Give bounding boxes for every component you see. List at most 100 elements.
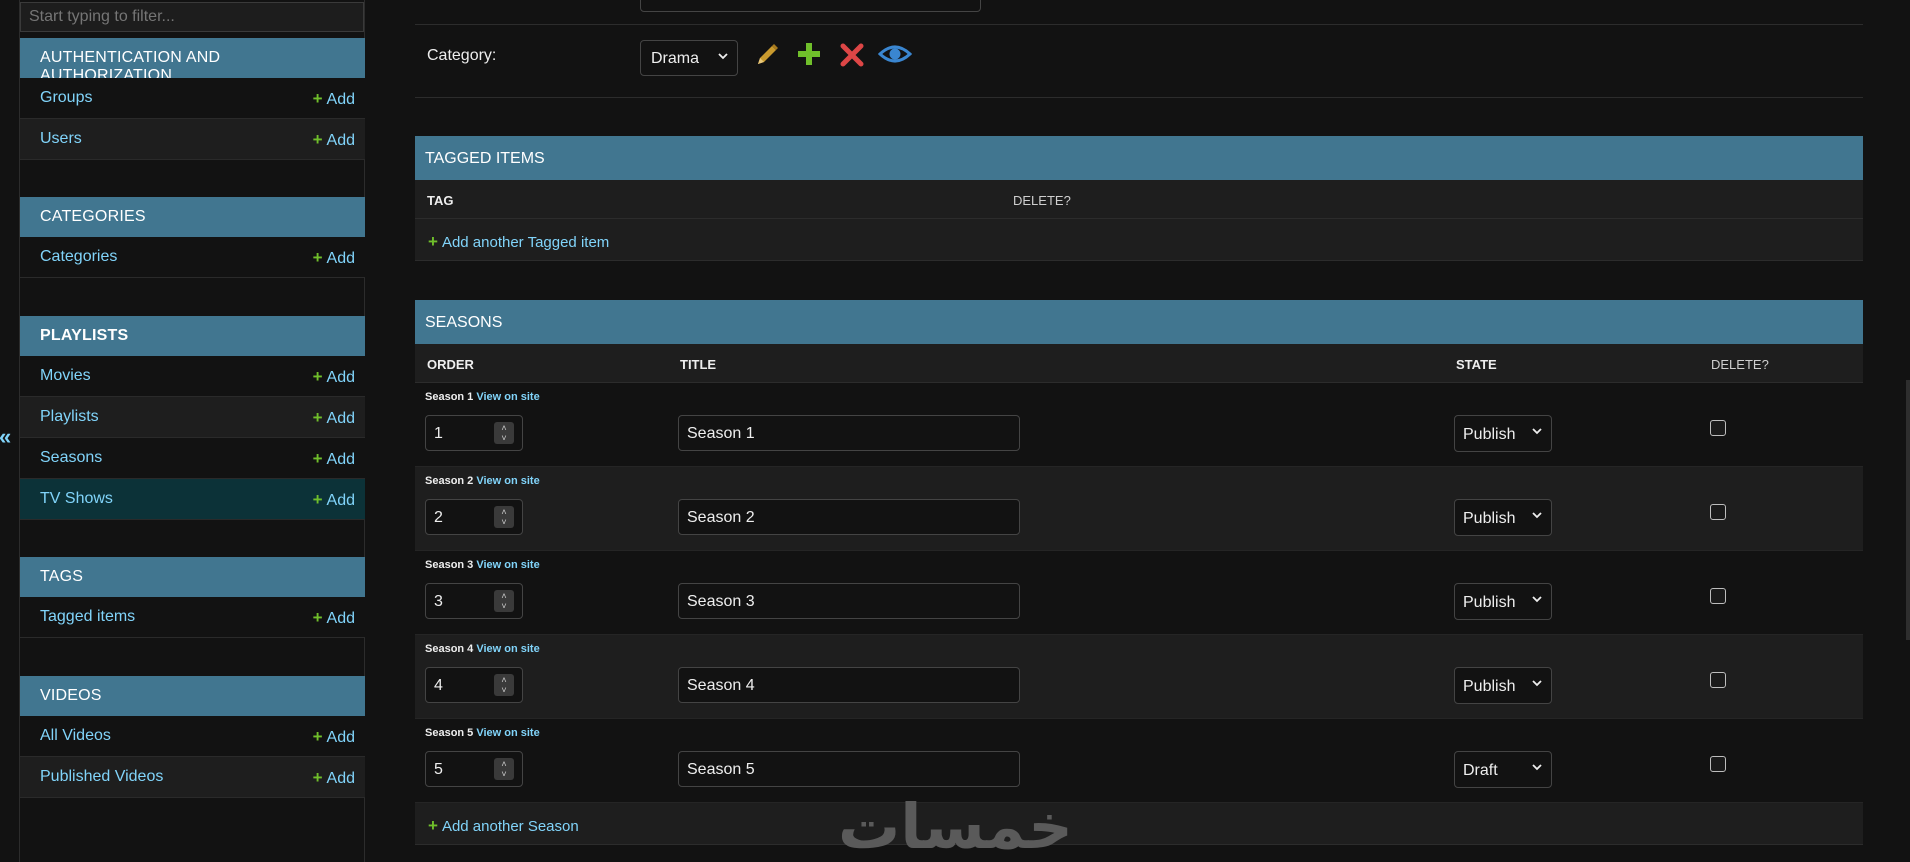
module-caption[interactable]: Videos	[20, 676, 365, 716]
view-on-site-link[interactable]: View on site	[476, 391, 539, 403]
row-original-label: Season 5 View on site	[425, 727, 540, 739]
delete-x-icon[interactable]	[837, 40, 867, 70]
sidebar-item-label[interactable]: Users	[40, 130, 82, 148]
sidebar-item-categories[interactable]: Categories + Add	[20, 237, 365, 278]
add-season-link[interactable]: + Add another Season	[428, 816, 579, 836]
sidebar-item-playlists[interactable]: Playlists + Add	[20, 397, 365, 438]
category-select[interactable]: Drama	[640, 40, 738, 76]
spinner-icon[interactable]: ˄ ˅	[494, 590, 514, 612]
row-original-label: Season 4 View on site	[425, 643, 540, 655]
add-all-videos-link[interactable]: + Add	[313, 727, 355, 747]
delete-checkbox[interactable]	[1710, 504, 1726, 520]
sidebar-item-label[interactable]: TV Shows	[40, 490, 113, 508]
chevron-down-icon	[1531, 592, 1543, 608]
chevron-down-icon	[1531, 760, 1543, 776]
delete-checkbox[interactable]	[1710, 672, 1726, 688]
plus-icon: +	[312, 608, 323, 627]
add-playlists-link[interactable]: + Add	[313, 408, 355, 428]
sidebar-item-label[interactable]: Movies	[40, 367, 91, 385]
order-input[interactable]: 1 ˄ ˅	[425, 415, 523, 451]
sidebar-item-label[interactable]: Playlists	[40, 408, 99, 426]
title-input[interactable]: Season 5	[678, 751, 1020, 787]
sidebar-item-all-videos[interactable]: All Videos + Add	[20, 716, 365, 757]
delete-checkbox[interactable]	[1710, 588, 1726, 604]
spinner-icon[interactable]: ˄ ˅	[494, 506, 514, 528]
title-input[interactable]: Season 2	[678, 499, 1020, 535]
spinner-icon[interactable]: ˄ ˅	[494, 758, 514, 780]
module-caption[interactable]: Tags	[20, 557, 365, 597]
pencil-icon[interactable]	[752, 40, 782, 70]
sidebar-filter-input[interactable]	[20, 2, 364, 32]
plus-icon: +	[312, 89, 323, 108]
order-input[interactable]: 3 ˄ ˅	[425, 583, 523, 619]
view-on-site-link[interactable]: View on site	[476, 475, 539, 487]
column-header-state: State	[1456, 357, 1497, 372]
add-tagged-items-link[interactable]: + Add	[313, 608, 355, 628]
scrollbar[interactable]	[1906, 380, 1910, 640]
state-select[interactable]: Publish	[1454, 415, 1552, 452]
sidebar-item-published-videos[interactable]: Published Videos + Add	[20, 757, 365, 798]
module-caption[interactable]: Authentication and Authorization	[20, 38, 365, 84]
delete-checkbox[interactable]	[1710, 756, 1726, 772]
state-select[interactable]: Publish	[1454, 499, 1552, 536]
module-authentication: Authentication and Authorization Groups …	[20, 38, 365, 160]
divider	[415, 97, 1863, 98]
spinner-icon[interactable]: ˄ ˅	[494, 674, 514, 696]
spinner-icon[interactable]: ˄ ˅	[494, 422, 514, 444]
plus-icon: +	[428, 232, 438, 251]
state-select[interactable]: Draft	[1454, 751, 1552, 788]
inline-caption: Tagged items	[415, 136, 1863, 180]
column-header-tag: Tag	[427, 193, 454, 208]
sidebar-item-users[interactable]: Users + Add	[20, 119, 365, 160]
add-movies-link[interactable]: + Add	[313, 367, 355, 387]
add-categories-link[interactable]: + Add	[313, 248, 355, 268]
module-caption[interactable]: Playlists	[20, 316, 365, 356]
chevron-down-icon	[1531, 424, 1543, 440]
order-input[interactable]: 4 ˄ ˅	[425, 667, 523, 703]
title-input[interactable]: Season 1	[678, 415, 1020, 451]
state-select[interactable]: Publish	[1454, 583, 1552, 620]
plus-icon[interactable]	[794, 40, 824, 70]
module-categories: Categories Categories + Add	[20, 197, 365, 278]
sidebar-item-label[interactable]: All Videos	[40, 727, 111, 745]
admin-change-page: Authentication and Authorization Groups …	[0, 0, 1910, 862]
add-tagged-item-link[interactable]: + Add another Tagged item	[428, 232, 609, 252]
add-published-videos-link[interactable]: + Add	[313, 768, 355, 788]
seasons-inline: Seasons Order Title State Delete? Season…	[415, 300, 1863, 845]
toggle-sidebar-button[interactable]: «	[0, 424, 11, 450]
sidebar-item-label[interactable]: Seasons	[40, 449, 102, 467]
sidebar-item-label[interactable]: Published Videos	[40, 768, 163, 786]
sidebar-item-tv-shows[interactable]: TV Shows + Add	[20, 479, 365, 520]
sidebar-item-label[interactable]: Groups	[40, 89, 92, 107]
plus-icon: +	[312, 490, 323, 509]
state-select[interactable]: Publish	[1454, 667, 1552, 704]
delete-checkbox[interactable]	[1710, 420, 1726, 436]
table-row: Season 3 View on site 3 ˄ ˅ Season 3 Publis…	[415, 551, 1863, 635]
title-input[interactable]: Season 3	[678, 583, 1020, 619]
table-row: Season 2 View on site 2 ˄ ˅ Season 2 Publis…	[415, 467, 1863, 551]
sidebar-item-groups[interactable]: Groups + Add	[20, 78, 365, 119]
column-header-delete: Delete?	[1013, 193, 1071, 208]
add-seasons-link[interactable]: + Add	[313, 449, 355, 469]
view-on-site-link[interactable]: View on site	[476, 559, 539, 571]
add-users-link[interactable]: + Add	[313, 130, 355, 150]
module-caption[interactable]: Categories	[20, 197, 365, 237]
add-row: + Add another Tagged item	[415, 219, 1863, 261]
sidebar-item-movies[interactable]: Movies + Add	[20, 356, 365, 397]
watermark-logo: خمسات	[838, 790, 1073, 862]
sidebar-item-label[interactable]: Categories	[40, 248, 117, 266]
column-header-delete: Delete?	[1711, 357, 1769, 372]
order-input[interactable]: 5 ˄ ˅	[425, 751, 523, 787]
view-on-site-link[interactable]: View on site	[476, 643, 539, 655]
title-input[interactable]: Season 4	[678, 667, 1020, 703]
eye-icon[interactable]	[877, 40, 913, 70]
add-groups-link[interactable]: + Add	[313, 89, 355, 109]
add-tv-shows-link[interactable]: + Add	[313, 490, 355, 510]
slug-field[interactable]	[640, 0, 981, 12]
table-header: Tag Delete?	[415, 180, 1863, 219]
order-input[interactable]: 2 ˄ ˅	[425, 499, 523, 535]
sidebar-item-label[interactable]: Tagged items	[40, 608, 135, 626]
view-on-site-link[interactable]: View on site	[476, 727, 539, 739]
sidebar-item-seasons[interactable]: Seasons + Add	[20, 438, 365, 479]
sidebar-item-tagged-items[interactable]: Tagged items + Add	[20, 597, 365, 638]
